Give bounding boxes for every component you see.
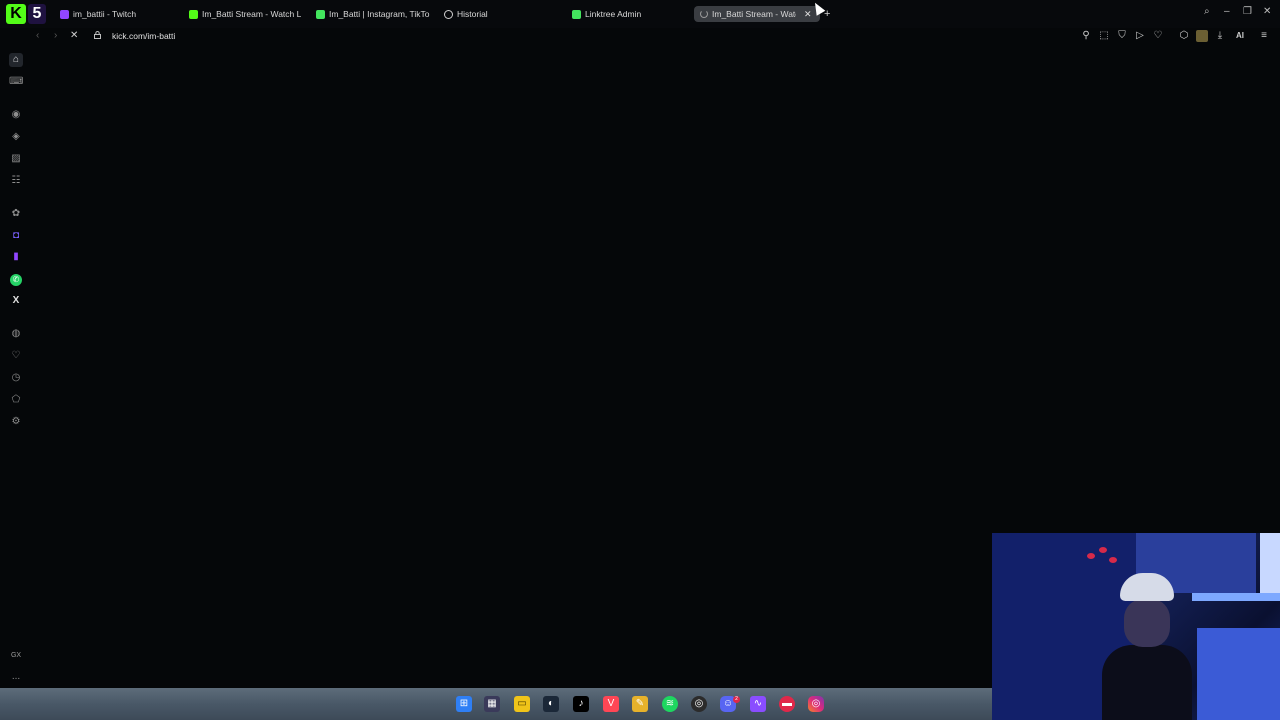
gallery-icon[interactable]: ▦ <box>484 696 500 712</box>
back-icon[interactable]: ‹ <box>36 30 39 41</box>
history-icon <box>444 9 453 19</box>
history-icon[interactable]: ◷ <box>9 371 23 385</box>
diamond-icon[interactable]: ◈ <box>9 130 23 144</box>
gaming-controller-icon[interactable]: ⌨ <box>9 75 23 89</box>
gx-control-icon[interactable] <box>1196 30 1208 42</box>
board-icon[interactable]: ▨ <box>9 152 23 166</box>
more-icon[interactable]: ... <box>9 670 23 684</box>
tab-label: im_battii - Twitch <box>73 9 137 19</box>
webcam-shelf <box>1192 593 1280 601</box>
player-icon[interactable]: ▷ <box>1134 30 1146 42</box>
tab-linktree-instagram[interactable]: Im_Batti | Instagram, TikTo <box>316 6 430 22</box>
linktree-icon <box>572 9 581 19</box>
linktree-icon <box>316 9 325 19</box>
taskbar: ⊞ ▦ ▭ ◐ ♪ V ✎ ≋ ◎ ☺ ∿ ▬ ◎ <box>0 688 992 720</box>
close-tab-icon[interactable]: ✕ <box>804 9 812 20</box>
pencil-app-icon[interactable]: ✎ <box>632 696 648 712</box>
search-tabs-icon[interactable]: ⌕ <box>1204 6 1210 17</box>
webcam-bed <box>1197 628 1280 720</box>
kick-icon <box>189 9 198 19</box>
gx-corner-icon[interactable]: GX <box>9 649 23 663</box>
x-twitter-icon[interactable]: X <box>9 294 23 308</box>
settings-icon[interactable]: ⚙ <box>9 415 23 429</box>
download-icon[interactable]: ⤓ <box>1214 30 1226 42</box>
reddit-icon[interactable]: ☷ <box>9 174 23 188</box>
restore-icon[interactable]: ❐ <box>1243 6 1252 17</box>
red-app-icon[interactable]: ▬ <box>779 696 795 712</box>
url-input[interactable]: kick.com/im-batti <box>112 31 175 41</box>
stop-loading-icon[interactable]: ✕ <box>70 30 78 41</box>
webcam-body <box>1102 645 1192 720</box>
shield-icon[interactable]: ⛉ <box>1116 30 1128 42</box>
extensions-icon[interactable]: ⬡ <box>1178 30 1190 42</box>
forward-icon[interactable]: › <box>54 30 57 41</box>
discord-notification-badge: 2 <box>733 696 740 703</box>
windows-start-icon[interactable]: ⊞ <box>456 696 472 712</box>
webcam-cap <box>1120 573 1174 601</box>
music-icon[interactable]: ◍ <box>9 327 23 341</box>
tab-kick-stream[interactable]: Im_Batti Stream - Watch L <box>189 6 301 22</box>
spotify-icon[interactable]: ≋ <box>662 696 678 712</box>
whatsapp-icon[interactable]: ✆ <box>10 274 22 286</box>
loading-icon <box>700 10 708 18</box>
tab-bar: K 5 im_battii - Twitch Im_Batti Stream -… <box>0 0 1280 28</box>
minimize-icon[interactable]: – <box>1224 6 1230 17</box>
home-icon[interactable]: ⌂ <box>9 53 23 67</box>
chatgpt-icon[interactable]: ✿ <box>9 207 23 221</box>
favorites-icon[interactable]: ♡ <box>9 349 23 363</box>
tab-label: Historial <box>457 9 488 19</box>
twitch-icon[interactable]: ▮ <box>9 250 23 264</box>
obs-icon[interactable]: ◎ <box>691 696 707 712</box>
webcam-face <box>1124 599 1170 647</box>
eye-icon[interactable]: ◉ <box>9 108 23 122</box>
close-window-icon[interactable]: ✕ <box>1263 6 1271 17</box>
waveform-app-icon[interactable]: ∿ <box>750 696 766 712</box>
aria-ai-button[interactable]: AI <box>1232 30 1248 42</box>
tab-label: Im_Batti Stream - Watch L <box>202 9 301 19</box>
tab-label: Im_Batti | Instagram, TikTo <box>329 9 430 19</box>
webcam-light <box>1260 533 1280 593</box>
sidebar: ⌂ ⌨ ◉ ◈ ▨ ☷ ✿ ◘ ▮ ✆ X ◍ ♡ ◷ ⬠ ⚙ GX ... <box>0 46 32 688</box>
webcam-overlay <box>992 533 1280 720</box>
menu-icon[interactable]: ≡ <box>1258 30 1270 42</box>
steam-icon[interactable]: ◐ <box>543 696 559 712</box>
messenger-icon[interactable]: ◘ <box>9 229 23 243</box>
kick-logo-icon[interactable]: K <box>6 4 26 24</box>
extensions-icon[interactable]: ⬠ <box>9 393 23 407</box>
pin-icon[interactable]: ⚲ <box>1080 30 1092 42</box>
tab-linktree-admin[interactable]: Linktree Admin <box>572 6 682 22</box>
tab-twitch[interactable]: im_battii - Twitch <box>60 6 180 22</box>
lock-icon[interactable] <box>94 31 101 39</box>
valorant-icon[interactable]: V <box>603 696 619 712</box>
twitch-icon <box>60 9 69 19</box>
webcam-decor <box>1087 543 1127 573</box>
opera-gx-menu-icon[interactable]: 5 <box>28 4 46 24</box>
snapshot-icon[interactable]: ⬚ <box>1098 30 1110 42</box>
tab-label: Linktree Admin <box>585 9 642 19</box>
address-bar: ‹ › ✕ kick.com/im-batti ⚲ ⬚ ⛉ ▷ ♡ ⬡ ⤓ AI… <box>32 28 1280 46</box>
tab-historial[interactable]: Historial <box>444 6 554 22</box>
tab-active-kick-stream[interactable]: Im_Batti Stream - Watc ✕ <box>694 6 820 22</box>
heart-icon[interactable]: ♡ <box>1152 30 1164 42</box>
file-explorer-icon[interactable]: ▭ <box>514 696 530 712</box>
tiktok-icon[interactable]: ♪ <box>573 696 589 712</box>
webcam-person <box>1102 573 1192 720</box>
tab-label: Im_Batti Stream - Watc <box>712 9 796 19</box>
instagram-icon[interactable]: ◎ <box>808 696 824 712</box>
